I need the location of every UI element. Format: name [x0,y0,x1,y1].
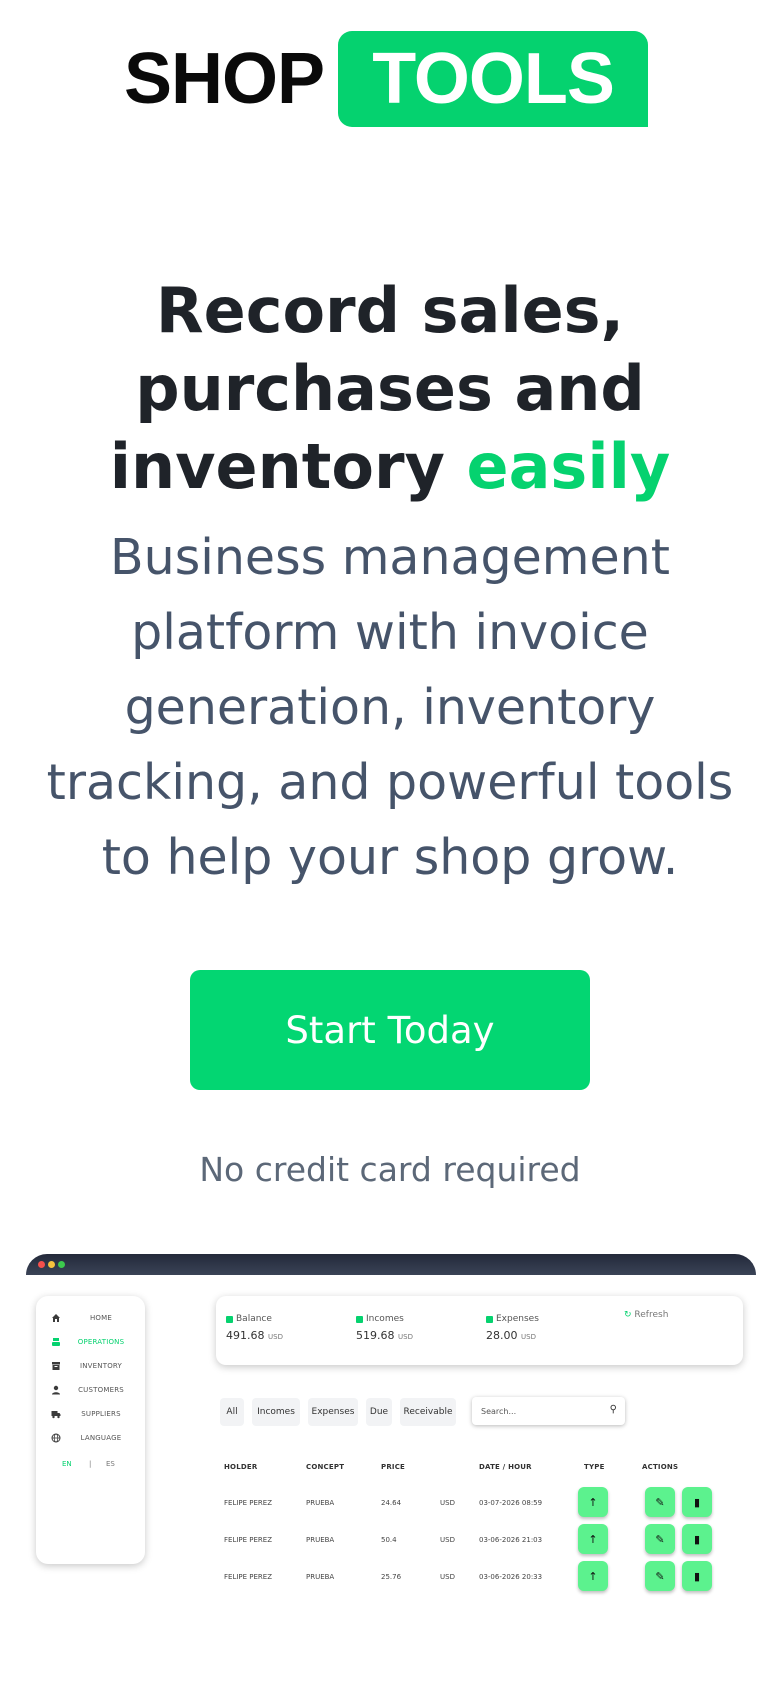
sidebar-item-operations: OPERATIONS [36,1334,145,1350]
incomes-label: Incomes [366,1314,404,1324]
expenses-currency: USD [521,1333,536,1341]
income-type-icon: ↑ [578,1561,608,1591]
sidebar-item-label: OPERATIONS [77,1338,125,1346]
sidebar-item-label: SUPPLIERS [81,1410,121,1418]
truck-icon [50,1409,61,1420]
sidebar-item-label: INVENTORY [79,1362,123,1370]
col-price: PRICE [381,1463,406,1471]
filter-due: Due [366,1398,392,1426]
bank-icon [226,1315,233,1323]
filter-incomes: Incomes [252,1398,300,1426]
app-preview-screenshot: HOME OPERATIONS INVENTORY CUSTOMERS SUPP… [26,1254,756,1602]
balance-value: 491.68 [226,1329,265,1342]
row-date: 03-06-2026 21:03 [479,1536,543,1544]
sidebar-item-label: HOME [89,1314,113,1322]
person-icon [50,1385,61,1396]
income-type-icon: ↑ [578,1487,608,1517]
row-currency: USD [440,1573,455,1581]
lang-en-option: EN [62,1460,72,1468]
row-concept: PRUEBA [306,1536,335,1544]
logo[interactable]: SHOP TOOLS [124,31,649,127]
lang-es-option: ES [106,1460,115,1468]
hero-title: Record sales, purchases and inventory ea… [40,272,740,506]
delete-icon: ▮ [682,1487,712,1517]
hero-title-accent: easily [466,430,671,503]
expenses-card: Expenses 28.00 USD [486,1314,539,1342]
app-content: HOME OPERATIONS INVENTORY CUSTOMERS SUPP… [26,1275,756,1602]
balance-card: Balance 491.68 USD [226,1314,283,1342]
col-date-hour: DATE / HOUR [479,1463,532,1471]
sidebar-item-suppliers: SUPPLIERS [36,1406,145,1422]
maximize-dot-icon [58,1261,65,1268]
close-dot-icon [38,1261,45,1268]
balance-currency: USD [268,1333,283,1341]
sidebar-item-customers: CUSTOMERS [36,1382,145,1398]
refresh-label: Refresh [634,1310,669,1320]
lang-separator: | [89,1460,92,1468]
delete-icon: ▮ [682,1561,712,1591]
edit-icon: ✎ [645,1561,675,1591]
col-type: TYPE [584,1463,605,1471]
search-input: Search... ⚲ [472,1397,625,1425]
incomes-value: 519.68 [356,1329,395,1342]
box-icon [50,1361,61,1372]
incomes-currency: USD [398,1333,413,1341]
edit-icon: ✎ [645,1524,675,1554]
refresh-icon: ↻ [624,1310,632,1320]
minimize-dot-icon [48,1261,55,1268]
row-date: 03-07-2026 08:59 [479,1499,543,1507]
row-holder: FELIPE PEREZ [224,1536,273,1544]
col-concept: CONCEPT [306,1463,345,1471]
register-icon [50,1337,61,1348]
home-icon [50,1313,61,1324]
filter-receivable: Receivable [400,1398,456,1426]
row-price: 24.64 [381,1499,402,1507]
filter-all: All [220,1398,244,1426]
income-icon [356,1315,363,1323]
row-price: 25.76 [381,1573,402,1581]
refresh-button: ↻ Refresh [624,1310,668,1320]
income-type-icon: ↑ [578,1524,608,1554]
globe-icon [50,1433,61,1444]
sidebar-item-home: HOME [36,1310,145,1326]
row-currency: USD [440,1536,455,1544]
window-title-bar [26,1254,756,1275]
balance-label: Balance [236,1314,272,1324]
logo-shop-text: SHOP [124,39,325,119]
filter-expenses: Expenses [308,1398,358,1426]
row-concept: PRUEBA [306,1499,335,1507]
col-holder: HOLDER [224,1463,258,1471]
row-price: 50.4 [381,1536,397,1544]
no-credit-card-note: No credit card required [199,1150,581,1189]
search-placeholder: Search... [481,1406,517,1416]
sidebar-item-inventory: INVENTORY [36,1358,145,1374]
start-today-button[interactable]: Start Today [190,970,590,1090]
sidebar-item-label: LANGUAGE [80,1434,122,1442]
delete-icon: ▮ [682,1524,712,1554]
sidebar-item-language: LANGUAGE [36,1430,145,1446]
edit-icon: ✎ [645,1487,675,1517]
row-holder: FELIPE PEREZ [224,1573,273,1581]
incomes-card: Incomes 519.68 USD [356,1314,413,1342]
row-date: 03-06-2026 20:33 [479,1573,543,1581]
hero-subtitle: Business management platform with invoic… [46,529,734,886]
expenses-value: 28.00 [486,1329,518,1342]
expense-icon [486,1315,493,1323]
sidebar: HOME OPERATIONS INVENTORY CUSTOMERS SUPP… [36,1296,145,1564]
row-concept: PRUEBA [306,1573,335,1581]
sidebar-item-label: CUSTOMERS [78,1386,124,1394]
summary-cards: Balance 491.68 USD Incomes 519.68 USD Ex… [216,1296,743,1365]
logo-tools-text: TOOLS [338,31,649,127]
row-holder: FELIPE PEREZ [224,1499,273,1507]
expenses-label: Expenses [496,1314,539,1324]
col-actions: ACTIONS [642,1463,679,1471]
search-icon: ⚲ [609,1404,617,1415]
row-currency: USD [440,1499,455,1507]
